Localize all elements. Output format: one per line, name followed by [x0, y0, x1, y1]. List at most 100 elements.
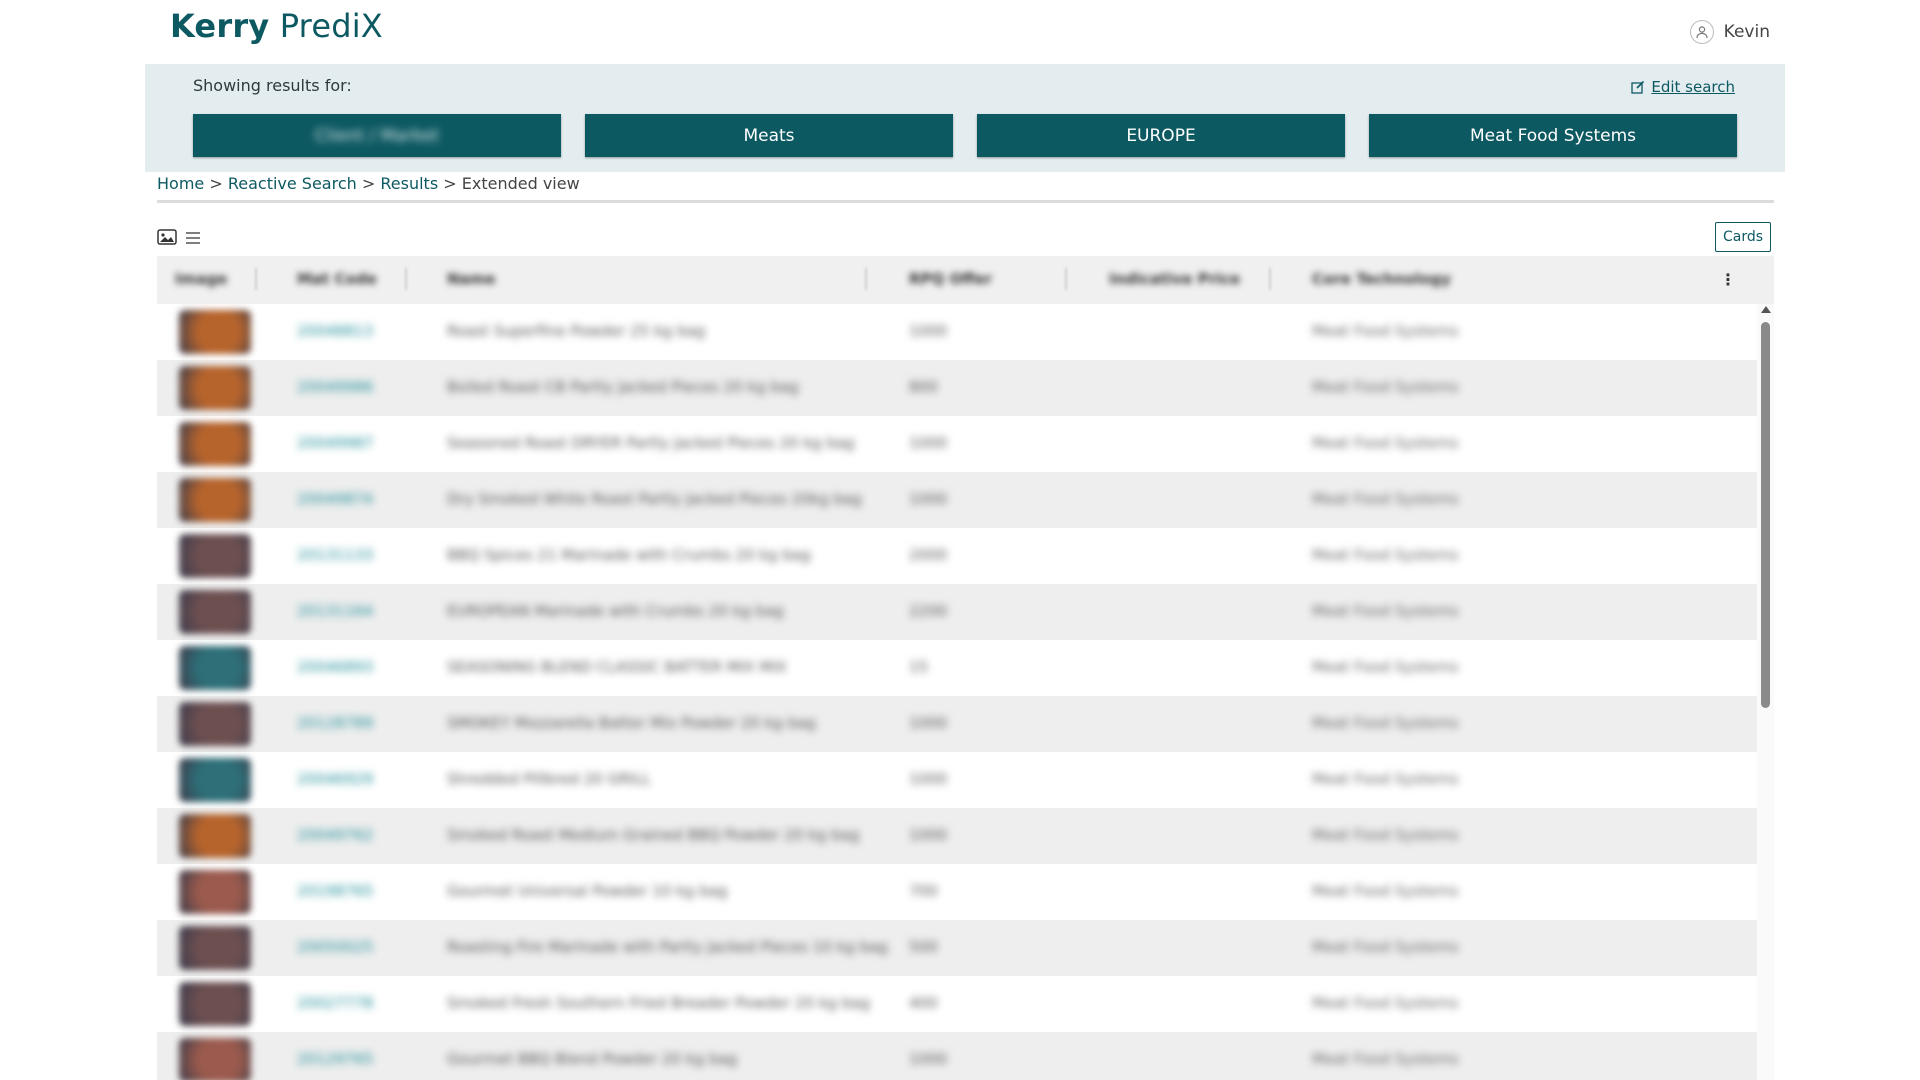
core-technology-value: Meat Food Systems [1312, 658, 1459, 676]
product-thumbnail[interactable] [179, 590, 251, 634]
mat-code-link[interactable]: 20048813 [297, 322, 373, 340]
rpq-offer-value: 1000 [909, 490, 948, 508]
core-technology-value: Meat Food Systems [1312, 490, 1459, 508]
column-header-name[interactable]: Name [447, 270, 495, 288]
column-header-core-technology[interactable]: Core Technology [1312, 270, 1451, 288]
mat-code-link[interactable]: 20027778 [297, 994, 373, 1012]
breadcrumb: Home > Reactive Search > Results > Exten… [157, 174, 580, 193]
mat-code-link[interactable]: 20049986 [297, 378, 373, 396]
rpq-offer-value: 1000 [909, 322, 948, 340]
product-thumbnail[interactable] [179, 702, 251, 746]
product-thumbnail[interactable] [179, 926, 251, 970]
mat-code-link[interactable]: 20046929 [297, 770, 373, 788]
column-header-indicative-price[interactable]: Indicative Price [1109, 270, 1240, 288]
table-row[interactable]: 20049874 Dry Smoked White Roast Partly Ja… [157, 472, 1757, 528]
product-thumbnail[interactable] [179, 478, 251, 522]
rpq-offer-value: 800 [909, 378, 938, 396]
product-thumbnail[interactable] [179, 646, 251, 690]
product-thumbnail[interactable] [179, 814, 251, 858]
table-row[interactable]: 20049762 Smoked Roast Medium Grained BBQ … [157, 808, 1757, 864]
rpq-offer-value: 2200 [909, 602, 948, 620]
product-name: Roast Superfine Powder 25 kg bag [447, 322, 706, 340]
column-resizer[interactable] [1269, 268, 1271, 290]
mat-code-link[interactable]: 20049762 [297, 826, 373, 844]
column-resizer[interactable] [255, 268, 257, 290]
chip-label: EUROPE [1126, 125, 1196, 146]
filter-chip-technology: Meat Food Systems [1369, 114, 1737, 157]
column-header-mat-code[interactable]: Mat Code [297, 270, 377, 288]
column-header-rpq-offer[interactable]: RPQ Offer [909, 270, 992, 288]
core-technology-value: Meat Food Systems [1312, 938, 1459, 956]
scroll-thumb[interactable] [1761, 322, 1770, 708]
table-row[interactable]: 20049987 Seasoned Roast DRYER Partly Jack… [157, 416, 1757, 472]
column-header-image[interactable]: Image [175, 270, 227, 288]
column-resizer[interactable] [1065, 268, 1067, 290]
scroll-up-arrow-icon[interactable] [1761, 306, 1771, 313]
product-name: Shredded Pillbred 20 GRILL [447, 770, 651, 788]
table-row[interactable]: 20049986 Boiled Roast CB Partly Jacked Pi… [157, 360, 1757, 416]
breadcrumb-results[interactable]: Results [380, 174, 438, 193]
table-row[interactable]: 20131164 EUROPEAN Marinade with Crumbs 20… [157, 584, 1757, 640]
mat-code-link[interactable]: 20050025 [297, 938, 373, 956]
mat-code-link[interactable]: 20198765 [297, 882, 373, 900]
core-technology-value: Meat Food Systems [1312, 322, 1459, 340]
product-name: SMOKEY Mozzarella Batter Mix Powder 20 k… [447, 714, 816, 732]
mat-code-link[interactable]: 20049874 [297, 490, 373, 508]
product-thumbnail[interactable] [179, 366, 251, 410]
table-row[interactable]: 20046893 SEASONING BLEND CLASSIC BATTER M… [157, 640, 1757, 696]
product-thumbnail[interactable] [179, 870, 251, 914]
column-resizer[interactable] [405, 268, 407, 290]
product-thumbnail[interactable] [179, 534, 251, 578]
user-icon [1689, 20, 1714, 44]
edit-search-link[interactable]: Edit search [1631, 78, 1735, 96]
mat-code-link[interactable]: 20131133 [297, 546, 373, 564]
product-thumbnail[interactable] [179, 982, 251, 1026]
chip-label: Meat Food Systems [1469, 125, 1637, 146]
product-thumbnail[interactable] [179, 1038, 251, 1080]
table-row[interactable]: 20046929 Shredded Pillbred 20 GRILL 1000 Me… [157, 752, 1757, 808]
breadcrumb-separator: > [209, 174, 223, 193]
rpq-offer-value: 500 [909, 938, 938, 956]
table-row[interactable]: 20050025 Roasting Fire Marinade with Part… [157, 920, 1757, 976]
mat-code-link[interactable]: 20049987 [297, 434, 373, 452]
image-view-icon[interactable] [157, 228, 177, 250]
mat-code-link[interactable]: 20128789 [297, 714, 373, 732]
breadcrumb-reactive-search[interactable]: Reactive Search [228, 174, 357, 193]
product-name: BBQ Spices 21 Marinade with Crumbs 20 kg… [447, 546, 811, 564]
edit-search-label: Edit search [1651, 78, 1735, 96]
breadcrumb-divider [157, 200, 1774, 203]
table-row[interactable]: 20048813 Roast Superfine Powder 25 kg bag… [157, 304, 1757, 360]
product-name: SEASONING BLEND CLASSIC BATTER MIX MIX [447, 658, 787, 676]
list-view-icon[interactable] [185, 230, 201, 249]
breadcrumb-home[interactable]: Home [157, 174, 204, 193]
rpq-offer-value: 2000 [909, 546, 948, 564]
core-technology-value: Meat Food Systems [1312, 714, 1459, 732]
table-body: 20048813 Roast Superfine Powder 25 kg bag… [157, 304, 1757, 1080]
mat-code-link[interactable]: 20131164 [297, 602, 373, 620]
table-row[interactable]: 20131133 BBQ Spices 21 Marinade with Crum… [157, 528, 1757, 584]
user-menu[interactable]: Kevin [1689, 20, 1770, 44]
filter-chip-category: Meats [585, 114, 953, 157]
table-row[interactable]: 20129765 Gourmet BBQ Blend Powder 20 kg b… [157, 1032, 1757, 1080]
mat-code-link[interactable]: 20046893 [297, 658, 373, 676]
view-toggle [157, 228, 201, 250]
cards-view-button[interactable]: Cards [1715, 222, 1771, 252]
table-row[interactable]: 20198765 Gourmet Universal Powder 10 kg b… [157, 864, 1757, 920]
product-thumbnail[interactable] [179, 310, 251, 354]
product-name: Gourmet BBQ Blend Powder 20 kg bag [447, 1050, 738, 1068]
core-technology-value: Meat Food Systems [1312, 770, 1459, 788]
table-scrollbar[interactable] [1757, 304, 1774, 1080]
breadcrumb-current: Extended view [461, 174, 580, 193]
column-menu-icon[interactable]: ⋮ [1720, 270, 1736, 289]
app-logo[interactable]: Kerry PrediX [170, 7, 383, 45]
rpq-offer-value: 1000 [909, 714, 948, 732]
table-row[interactable]: 20027778 Smoked Fresh Southern Fried Brea… [157, 976, 1757, 1032]
product-thumbnail[interactable] [179, 758, 251, 802]
table-row[interactable]: 20128789 SMOKEY Mozzarella Batter Mix Pow… [157, 696, 1757, 752]
mat-code-link[interactable]: 20129765 [297, 1050, 373, 1068]
column-resizer[interactable] [865, 268, 867, 290]
brand-bold: Kerry [170, 7, 270, 45]
core-technology-value: Meat Food Systems [1312, 882, 1459, 900]
product-name: EUROPEAN Marinade with Crumbs 20 kg bag [447, 602, 784, 620]
product-thumbnail[interactable] [179, 422, 251, 466]
